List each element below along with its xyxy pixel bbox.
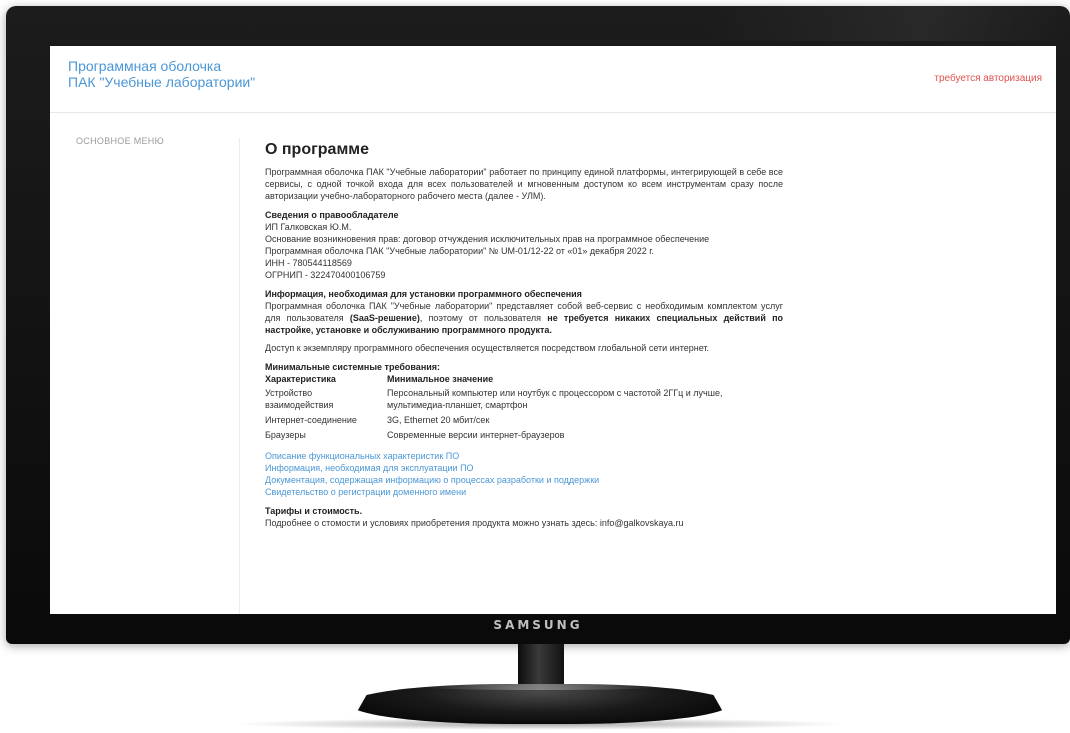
table-header: Характеристика	[265, 374, 336, 384]
requirements-table: Характеристика Минимальное значение Устр…	[265, 373, 783, 444]
page-title: О программе	[265, 141, 370, 158]
rightholder-name: ИП Галковская Ю.М.	[265, 222, 352, 232]
link-development-docs[interactable]: Документация, содержащая информацию о пр…	[265, 474, 783, 486]
install-text-part2: , поэтому от пользователя	[419, 313, 548, 323]
app-title-line1: Программная оболочка	[68, 58, 222, 74]
requirements-title: Минимальные системные требования:	[265, 362, 441, 372]
auth-required-link[interactable]: требуется авторизация	[934, 73, 1042, 84]
table-cell: 3G, Ethernet 20 мбит/сек	[387, 415, 490, 425]
monitor-frame: Программная оболочка ПАК "Учебные лабора…	[6, 6, 1070, 644]
docs-links: Описание функциональных характеристик ПО…	[265, 450, 783, 498]
table-cell: Персональный компьютер или ноутбук с про…	[387, 388, 723, 410]
stand-base-shine	[420, 684, 660, 690]
pricing-title: Тарифы и стоимость.	[265, 506, 363, 516]
link-functional-description[interactable]: Описание функциональных характеристик ПО	[265, 450, 783, 462]
table-row: Устройство взаимодействия Персональный к…	[265, 387, 783, 414]
rightholder-title: Сведения о правообладателе	[265, 210, 399, 220]
table-cell: Современные версии интернет-браузеров	[387, 430, 565, 440]
link-operation-info[interactable]: Информация, необходимая для эксплуатации…	[265, 462, 783, 474]
link-domain-certificate[interactable]: Свидетельство о регистрации доменного им…	[265, 486, 783, 498]
install-text-bold1: (SaaS-решение)	[349, 313, 420, 323]
rightholder-contract: Программная оболочка ПАК "Учебные лабора…	[265, 246, 654, 256]
sidebar-divider	[239, 138, 240, 614]
table-cell: Браузеры	[265, 430, 306, 440]
rightholder-basis: Основание возникновения прав: договор от…	[265, 234, 710, 244]
install-title: Информация, необходимая для установки пр…	[265, 289, 582, 299]
floor-shadow	[230, 718, 850, 730]
access-text: Доступ к экземпляру программного обеспеч…	[265, 343, 710, 353]
app-title-line2: ПАК "Учебные лаборатории"	[68, 74, 256, 90]
rightholder-section: Сведения о правообладателе ИП Галковская…	[265, 209, 783, 281]
pricing-section: Тарифы и стоимость. Подробнее о стомости…	[265, 505, 783, 529]
table-header-row: Характеристика Минимальное значение	[265, 373, 783, 387]
table-cell: Устройство взаимодействия	[265, 388, 334, 410]
intro-text: Программная оболочка ПАК "Учебные лабора…	[265, 167, 783, 201]
header-divider	[50, 112, 1056, 113]
requirements-section: Минимальные системные требования: Характ…	[265, 361, 783, 444]
bezel-shine	[706, 6, 1070, 41]
app-title[interactable]: Программная оболочка ПАК "Учебные лабора…	[68, 58, 255, 90]
rightholder-ogrnip: ОГРНИП - 322470400106759	[265, 270, 386, 280]
table-cell: Интернет-соединение	[265, 415, 357, 425]
table-row: Браузеры Современные версии интернет-бра…	[265, 429, 783, 444]
monitor-brand-logo: SAMSUNG	[493, 618, 583, 632]
install-section: Информация, необходимая для установки пр…	[265, 288, 783, 354]
screen: Программная оболочка ПАК "Учебные лабора…	[50, 46, 1056, 614]
install-text: Программная оболочка ПАК "Учебные лабора…	[265, 300, 783, 336]
table-header: Минимальное значение	[387, 374, 494, 384]
rightholder-inn: ИНН - 780544118569	[265, 258, 352, 268]
pricing-text: Подробнее о стомости и условиях приобрет…	[265, 518, 684, 528]
main-content: О программе Программная оболочка ПАК "Уч…	[265, 126, 783, 529]
main-menu-label[interactable]: ОСНОВНОЕ МЕНЮ	[76, 136, 164, 146]
table-row: Интернет-соединение 3G, Ethernet 20 мбит…	[265, 414, 783, 429]
